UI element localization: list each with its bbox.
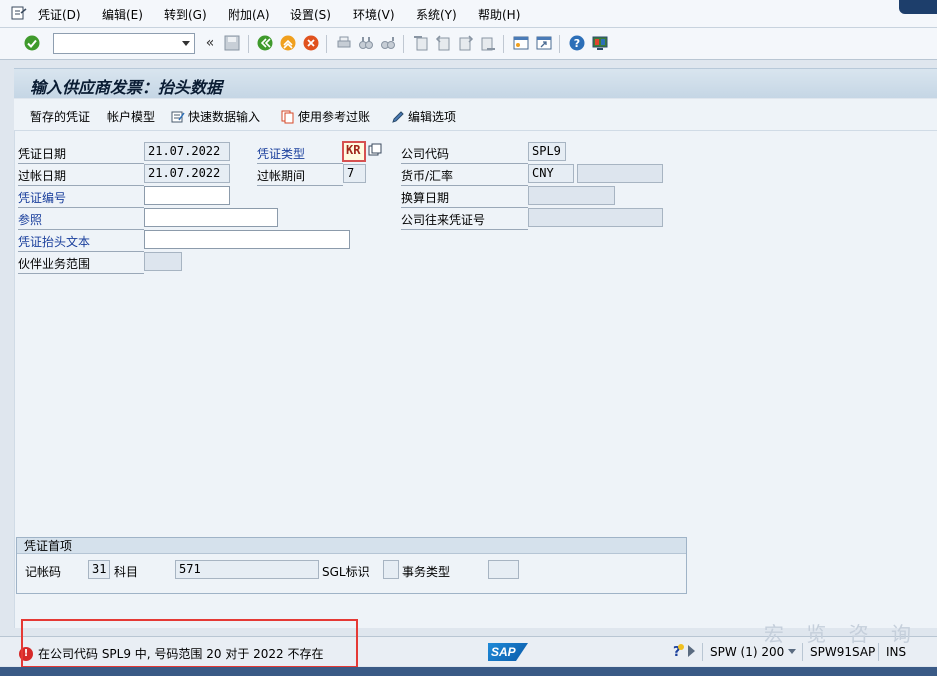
prev-page-icon[interactable]	[434, 34, 452, 52]
header-text-label[interactable]: 凭证抬头文本	[18, 233, 144, 252]
posting-key-label: 记帐码	[25, 565, 62, 579]
separator	[248, 35, 249, 53]
back-icon[interactable]	[256, 34, 274, 52]
separator	[702, 643, 703, 661]
menu-bar: 凭证(D) 编辑(E) 转到(G) 附加(A) 设置(S) 环境(V) 系统(Y…	[0, 0, 937, 28]
fast-entry-icon	[171, 111, 185, 122]
value-help-icon[interactable]	[368, 143, 382, 157]
shortcut-icon[interactable]	[535, 34, 553, 52]
next-page-icon[interactable]	[457, 34, 475, 52]
chevron-down-icon[interactable]	[788, 649, 796, 654]
menu-icon[interactable]	[11, 6, 27, 20]
separator	[403, 35, 404, 53]
document-number-label[interactable]: 凭证编号	[18, 189, 144, 208]
check-icon[interactable]	[23, 34, 41, 52]
copy-document-icon	[281, 110, 294, 123]
create-session-icon[interactable]	[512, 34, 530, 52]
posting-period-label: 过帐期间	[257, 167, 343, 186]
posting-date-label: 过帐日期	[18, 167, 144, 186]
help-key-icon[interactable]: ?	[671, 643, 685, 660]
trading-partner-field[interactable]	[144, 252, 182, 271]
page-title: 输入供应商发票：抬头数据	[30, 78, 223, 97]
save-icon[interactable]	[223, 34, 241, 52]
insert-mode[interactable]: INS	[886, 645, 906, 659]
cancel-icon[interactable]	[302, 34, 320, 52]
find-next-icon[interactable]	[379, 34, 397, 52]
annotation-highlight-box	[21, 619, 358, 668]
application-toolbar: 暂存的凭证 帐户模型 快速数据输入 使用参考过账 编辑选项	[14, 99, 937, 131]
transaction-type-label: 事务类型	[402, 565, 451, 579]
reference-field[interactable]	[144, 208, 278, 227]
translation-date-field[interactable]	[528, 186, 615, 205]
sgl-indicator-field[interactable]	[383, 560, 399, 579]
document-type-field[interactable]: KR	[342, 141, 366, 162]
reference-label[interactable]: 参照	[18, 211, 144, 230]
system-info[interactable]: SPW (1) 200	[710, 645, 784, 659]
cross-company-number-field[interactable]	[528, 208, 663, 227]
taskbar-strip	[0, 667, 937, 676]
command-field[interactable]	[53, 33, 195, 54]
posting-period-field[interactable]: 7	[343, 164, 366, 183]
separator	[326, 35, 327, 53]
account-label: 科目	[114, 565, 139, 579]
fast-data-entry-button[interactable]: 快速数据输入	[171, 108, 260, 125]
first-page-icon[interactable]	[412, 34, 430, 52]
menu-edit[interactable]: 编辑(E)	[102, 6, 143, 23]
sap-logo: SAP	[488, 643, 528, 661]
expand-status-icon[interactable]	[688, 645, 695, 657]
group-header: 凭证首项	[17, 538, 686, 554]
trading-partner-label: 伙伴业务范围	[18, 255, 144, 274]
parked-documents-button[interactable]: 暂存的凭证	[30, 108, 90, 125]
document-type-label[interactable]: 凭证类型	[257, 145, 343, 164]
currency-field[interactable]: CNY	[528, 164, 574, 183]
company-code-label: 公司代码	[401, 145, 528, 164]
editing-options-button[interactable]: 编辑选项	[391, 108, 456, 125]
menu-help[interactable]: 帮助(H)	[478, 6, 520, 23]
account-field[interactable]: 571	[175, 560, 319, 579]
window-control[interactable]	[899, 0, 937, 14]
last-page-icon[interactable]	[479, 34, 497, 52]
document-date-field[interactable]: 21.07.2022	[144, 142, 230, 161]
cross-company-number-label: 公司往来凭证号	[401, 211, 528, 230]
currency-rate-label: 货币/汇率	[401, 167, 528, 186]
posting-key-field[interactable]: 31	[88, 560, 110, 579]
transaction-type-field[interactable]	[488, 560, 519, 579]
exit-icon[interactable]	[279, 34, 297, 52]
pencil-icon	[392, 110, 404, 123]
watermark: 宏 览 咨 询	[763, 622, 919, 646]
find-icon[interactable]	[357, 34, 375, 52]
document-number-field[interactable]	[144, 186, 230, 205]
menu-settings[interactable]: 设置(S)	[290, 6, 331, 23]
print-icon[interactable]	[335, 34, 353, 52]
translation-date-label: 换算日期	[401, 189, 528, 208]
sgl-indicator-label: SGL标识	[322, 565, 370, 579]
menu-goto[interactable]: 转到(G)	[164, 6, 207, 23]
header-text-field[interactable]	[144, 230, 350, 249]
post-with-reference-button[interactable]: 使用参考过账	[281, 108, 370, 125]
account-model-button[interactable]: 帐户模型	[107, 108, 155, 125]
customize-layout-icon[interactable]	[591, 34, 609, 52]
collapse-icon[interactable]: «	[201, 34, 219, 52]
server-name: SPW91SAP	[810, 645, 876, 659]
posting-date-field[interactable]: 21.07.2022	[144, 164, 230, 183]
separator	[503, 35, 504, 53]
company-code-field[interactable]: SPL9	[528, 142, 566, 161]
exchange-rate-field[interactable]	[577, 164, 663, 183]
help-icon[interactable]: ?	[568, 34, 586, 52]
document-date-label: 凭证日期	[18, 145, 144, 164]
chevron-down-icon[interactable]	[182, 41, 190, 46]
svg-text:?: ?	[574, 37, 580, 50]
menu-extras[interactable]: 附加(A)	[228, 6, 270, 23]
standard-toolbar: « ?	[0, 28, 937, 60]
screen-title-bar: 输入供应商发票：抬头数据	[14, 68, 937, 98]
separator	[559, 35, 560, 53]
menu-document[interactable]: 凭证(D)	[38, 6, 81, 23]
menu-environment[interactable]: 环境(V)	[353, 6, 395, 23]
menu-system[interactable]: 系统(Y)	[416, 6, 457, 23]
